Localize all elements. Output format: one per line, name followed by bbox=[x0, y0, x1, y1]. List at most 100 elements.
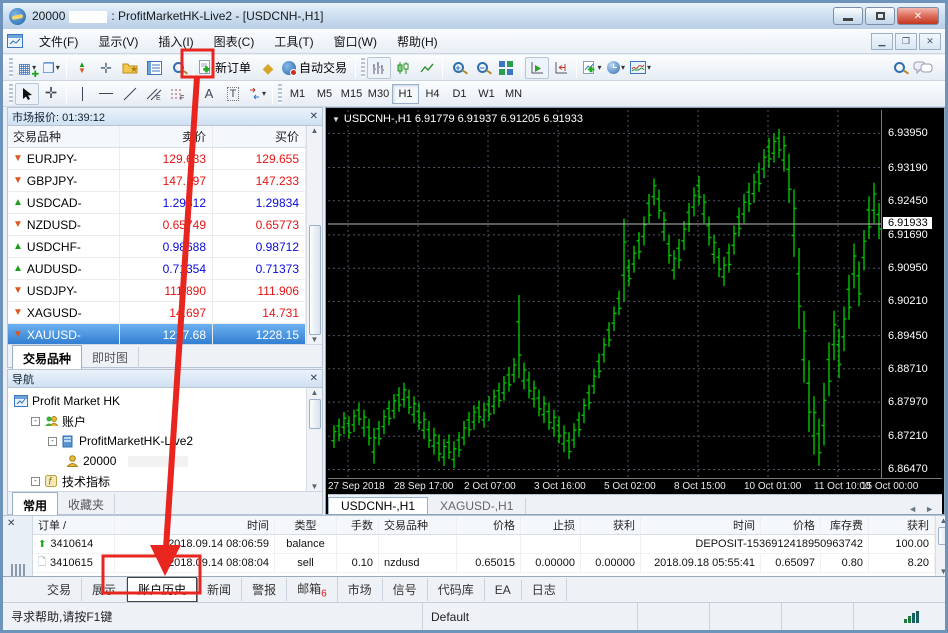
terminal-tab-EA[interactable]: EA bbox=[485, 580, 522, 600]
strategy-tester-button[interactable] bbox=[166, 57, 190, 79]
autotrading-button[interactable]: 自动交易 bbox=[280, 57, 352, 79]
timeframe-W1[interactable]: W1 bbox=[473, 84, 500, 104]
tile-windows-button[interactable] bbox=[494, 57, 518, 79]
zoom-out-button[interactable]: − bbox=[470, 57, 494, 79]
scroll-up-icon[interactable]: ▲ bbox=[940, 516, 948, 525]
terminal-button[interactable] bbox=[142, 57, 166, 79]
terminal-column-header[interactable]: 类型 bbox=[275, 516, 337, 534]
panel-handle-icon[interactable] bbox=[11, 564, 25, 576]
terminal-scrollbar[interactable]: ▲ ▼ bbox=[935, 516, 948, 576]
scroll-down-icon[interactable]: ▼ bbox=[311, 335, 319, 344]
trendline-button[interactable] bbox=[118, 83, 142, 105]
terminal-tab-日志[interactable]: 日志 bbox=[522, 578, 567, 601]
status-profile[interactable]: Default bbox=[423, 603, 638, 630]
toolbar-grip2[interactable] bbox=[9, 84, 13, 104]
terminal-column-header[interactable]: 时间 bbox=[641, 516, 761, 534]
history-row-3410615[interactable]: 🗋34106152018.09.14 08:08:04sell0.10nzdus… bbox=[33, 554, 935, 573]
templates-button[interactable]: ▾ bbox=[628, 57, 653, 79]
scroll-left-icon[interactable]: ◄ bbox=[908, 504, 917, 514]
chart-collapse-icon[interactable]: ▼ bbox=[332, 115, 340, 124]
child-restore-button[interactable]: ❐ bbox=[895, 33, 917, 50]
terminal-tab-交易[interactable]: 交易 bbox=[37, 578, 82, 601]
tree-expander-icon[interactable]: - bbox=[31, 417, 40, 426]
toolbar-grip[interactable] bbox=[9, 58, 13, 78]
market-watch-row[interactable]: ▲USDCAD-1.298121.29834 bbox=[8, 192, 306, 214]
equidistant-channel-button[interactable]: E bbox=[142, 83, 166, 105]
arrows-button[interactable]: ▾ bbox=[245, 83, 269, 105]
bar-chart-button[interactable] bbox=[367, 57, 391, 79]
timeframe-M5[interactable]: M5 bbox=[311, 84, 338, 104]
market-watch-row[interactable]: ▼NZDUSD-0.657490.65773 bbox=[8, 214, 306, 236]
market-watch-scrollbar[interactable]: ▲ ▼ bbox=[306, 126, 322, 344]
text-label-button[interactable]: T bbox=[221, 83, 245, 105]
timeframe-MN[interactable]: MN bbox=[500, 84, 527, 104]
menu-文件(F)[interactable]: 文件(F) bbox=[29, 30, 88, 53]
candlestick-button[interactable] bbox=[391, 57, 415, 79]
terminal-column-header[interactable]: 获利 bbox=[869, 516, 935, 534]
chart-tab-USDCNH-,H1[interactable]: USDCNH-,H1 bbox=[328, 497, 428, 514]
scroll-right-icon[interactable]: ► bbox=[925, 504, 934, 514]
market-watch-tab-交易品种[interactable]: 交易品种 bbox=[12, 345, 82, 369]
market-watch-row[interactable]: ▼GBPJPY-147.197147.233 bbox=[8, 170, 306, 192]
timeframe-M15[interactable]: M15 bbox=[338, 84, 365, 104]
menu-帮助(H)[interactable]: 帮助(H) bbox=[387, 30, 448, 53]
navigator-item-Profit Market HK[interactable]: Profit Market HK bbox=[10, 391, 306, 411]
navigator-button[interactable]: ★ bbox=[118, 57, 142, 79]
timeframe-H1[interactable]: H1 bbox=[392, 84, 419, 104]
chart-plot-area[interactable]: ▼USDCNH-,H1 6.91779 6.91937 6.91205 6.91… bbox=[328, 110, 881, 478]
data-window-button[interactable]: ✛ bbox=[94, 57, 118, 79]
navigator-tab-常用[interactable]: 常用 bbox=[12, 492, 58, 516]
scroll-thumb[interactable] bbox=[938, 527, 948, 545]
market-watch-row[interactable]: ▼USDJPY-111.890111.906 bbox=[8, 280, 306, 302]
timeframe-M30[interactable]: M30 bbox=[365, 84, 392, 104]
timeframe-D1[interactable]: D1 bbox=[446, 84, 473, 104]
market-watch-tab-即时图[interactable]: 即时图 bbox=[82, 347, 139, 368]
cursor-button[interactable] bbox=[15, 83, 39, 105]
new-chart-button[interactable]: ▦✚▾ bbox=[15, 57, 39, 79]
timeframe-M1[interactable]: M1 bbox=[284, 84, 311, 104]
terminal-column-header[interactable]: 止损 bbox=[521, 516, 581, 534]
terminal-column-header[interactable]: 价格 bbox=[457, 516, 521, 534]
crosshair-button[interactable]: ✛ bbox=[39, 83, 63, 105]
terminal-tab-新闻[interactable]: 新闻 bbox=[197, 578, 242, 601]
search-button[interactable] bbox=[887, 57, 911, 79]
market-watch-button[interactable]: ▲▼ bbox=[70, 57, 94, 79]
line-chart-button[interactable] bbox=[415, 57, 439, 79]
profiles-button[interactable]: ❐▾ bbox=[39, 57, 63, 79]
navigator-item-20000[interactable]: 20000 bbox=[10, 451, 306, 471]
history-row-3410614[interactable]: ⬆34106142018.09.14 08:06:59balanceDEPOSI… bbox=[33, 535, 935, 554]
chart-shift-button[interactable] bbox=[549, 57, 573, 79]
text-button[interactable]: A bbox=[197, 83, 221, 105]
navigator-item-账户[interactable]: -账户 bbox=[10, 411, 306, 431]
horizontal-line-button[interactable] bbox=[94, 83, 118, 105]
market-watch-row[interactable]: ▲AUDUSD-0.713540.71373 bbox=[8, 258, 306, 280]
market-watch-row[interactable]: ▼EURJPY-129.633129.655 bbox=[8, 148, 306, 170]
navigator-item-技术指标[interactable]: -f技术指标 bbox=[10, 471, 306, 491]
auto-scroll-button[interactable] bbox=[525, 57, 549, 79]
close-button[interactable]: ✕ bbox=[897, 7, 939, 25]
minimize-button[interactable] bbox=[833, 7, 863, 25]
menu-显示(V)[interactable]: 显示(V) bbox=[88, 30, 148, 53]
terminal-tab-邮箱[interactable]: 邮箱6 bbox=[287, 577, 338, 602]
scroll-thumb[interactable] bbox=[309, 225, 321, 335]
navigator-scrollbar[interactable]: ▲ ▼ bbox=[306, 388, 322, 491]
child-close-button[interactable]: ✕ bbox=[919, 33, 941, 50]
indicators-button[interactable]: ▾ bbox=[580, 57, 604, 79]
menu-窗口(W)[interactable]: 窗口(W) bbox=[324, 30, 387, 53]
tree-expander-icon[interactable]: - bbox=[31, 477, 40, 486]
menu-工具(T)[interactable]: 工具(T) bbox=[264, 30, 323, 53]
metaeditor-button[interactable]: ◆ bbox=[256, 57, 280, 79]
scroll-down-icon[interactable]: ▼ bbox=[940, 567, 948, 576]
chart-tab-XAGUSD-,H1[interactable]: XAGUSD-,H1 bbox=[428, 498, 526, 514]
zoom-in-button[interactable]: + bbox=[446, 57, 470, 79]
terminal-tab-信号[interactable]: 信号 bbox=[383, 578, 428, 601]
terminal-tab-展示[interactable]: 展示 bbox=[82, 578, 127, 601]
market-watch-row[interactable]: ▼XAGUSD-14.69714.731 bbox=[8, 302, 306, 324]
terminal-close-icon[interactable]: ✕ bbox=[7, 518, 15, 529]
menu-图表(C)[interactable]: 图表(C) bbox=[204, 30, 265, 53]
terminal-column-header[interactable]: 订单 / bbox=[33, 516, 115, 534]
navigator-tab-收藏夹[interactable]: 收藏夹 bbox=[58, 494, 115, 515]
terminal-column-header[interactable]: 获利 bbox=[581, 516, 641, 534]
market-watch-close-icon[interactable]: ✕ bbox=[310, 111, 318, 122]
terminal-column-header[interactable]: 手数 bbox=[337, 516, 379, 534]
